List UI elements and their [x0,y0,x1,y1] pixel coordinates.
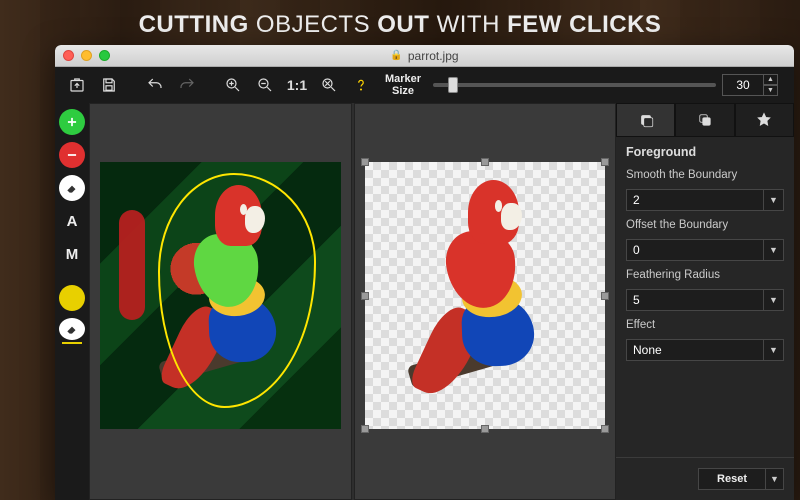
traffic-lights [63,50,110,61]
smooth-boundary-label: Smooth the Boundary [626,169,784,181]
stepper-up-icon[interactable]: ▲ [764,74,778,85]
preview-canvas[interactable] [354,103,617,500]
resize-handle[interactable] [481,425,489,433]
crop-frame[interactable] [365,162,606,429]
resize-handle[interactable] [361,292,369,300]
chevron-down-icon[interactable]: ▼ [763,340,783,360]
zoom-in-button[interactable] [219,71,247,99]
eraser-tool[interactable] [59,175,85,201]
zoom-fit-button[interactable] [315,71,343,99]
reset-button[interactable]: Reset ▼ [698,468,784,490]
stepper-down-icon[interactable]: ▼ [764,85,778,96]
panel-tabs [616,103,794,137]
chevron-down-icon[interactable]: ▼ [766,468,784,490]
chevron-down-icon[interactable]: ▼ [763,190,783,210]
background-marker-stroke [119,210,145,320]
resize-handle[interactable] [481,158,489,166]
remove-marker-tool[interactable] [59,142,85,168]
tab-background[interactable] [675,103,734,137]
source-canvas[interactable] [89,103,352,500]
window-zoom-button[interactable] [99,50,110,61]
add-marker-tool[interactable] [59,109,85,135]
offset-boundary-select[interactable]: 0 ▼ [626,239,784,261]
feathering-radius-select[interactable]: 5 ▼ [626,289,784,311]
effect-select[interactable]: None ▼ [626,339,784,361]
promo-headline: CUTTING OBJECTS OUT WITH FEW CLICKS [0,0,800,47]
top-toolbar: 1:1 MarkerSize ▲ ▼ [55,67,794,103]
redo-button[interactable] [173,71,201,99]
slider-thumb[interactable] [448,77,458,93]
right-panel: Foreground Smooth the Boundary 2 ▼ Offse… [616,103,794,500]
chevron-down-icon[interactable]: ▼ [763,290,783,310]
resize-handle[interactable] [361,425,369,433]
lock-icon: 🔒 [390,50,402,61]
auto-mode-button[interactable]: A [59,208,85,234]
tab-favorites[interactable] [735,103,794,137]
marker-size-spinner[interactable]: ▲ ▼ [722,74,778,96]
save-button[interactable] [95,71,123,99]
manual-mode-button[interactable]: M [59,241,85,267]
canvas-area [89,103,616,500]
feathering-radius-label: Feathering Radius [626,269,784,281]
offset-boundary-label: Offset the Boundary [626,219,784,231]
parrot-illustration [167,178,306,397]
erase-mask-tool[interactable] [59,318,85,344]
undo-button[interactable] [141,71,169,99]
left-toolbar: A M [55,103,89,500]
window-title: parrot.jpg [408,49,459,63]
tab-foreground[interactable] [616,103,675,137]
resize-handle[interactable] [601,158,609,166]
marker-size-label: MarkerSize [385,73,421,97]
help-button[interactable] [347,71,375,99]
zoom-actual-button[interactable]: 1:1 [283,71,311,99]
marker-size-input[interactable] [722,74,764,96]
resize-handle[interactable] [601,292,609,300]
marker-size-slider[interactable] [433,83,716,87]
effect-label: Effect [626,319,784,331]
resize-handle[interactable] [361,158,369,166]
window-minimize-button[interactable] [81,50,92,61]
panel-section-title: Foreground [626,145,784,159]
smooth-boundary-select[interactable]: 2 ▼ [626,189,784,211]
zoom-out-button[interactable] [251,71,279,99]
window-close-button[interactable] [63,50,74,61]
app-window: 🔒 parrot.jpg 1:1 [55,45,794,500]
underline-icon [62,342,82,344]
mask-tool[interactable] [59,285,85,311]
chevron-down-icon[interactable]: ▼ [763,240,783,260]
titlebar: 🔒 parrot.jpg [55,45,794,67]
open-button[interactable] [63,71,91,99]
resize-handle[interactable] [601,425,609,433]
